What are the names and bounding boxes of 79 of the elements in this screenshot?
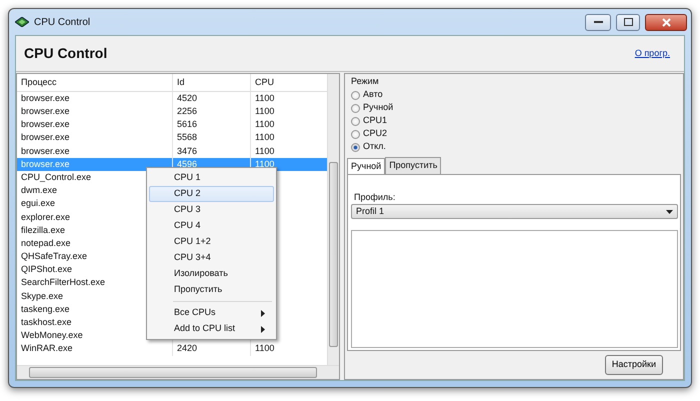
table-cell: WebMoney.exe: [21, 330, 83, 340]
table-cell-text: 2256: [177, 105, 198, 118]
table-cell: egui.exe: [21, 198, 56, 208]
table-cell: taskhost.exe: [21, 317, 72, 328]
menu-item[interactable]: CPU 3: [149, 202, 274, 218]
table-cell: WinRAR.exe: [21, 343, 73, 354]
maximize-icon: [624, 18, 632, 26]
radio-button[interactable]: [351, 104, 360, 112]
field-label: Профиль:: [354, 190, 396, 204]
radio-button[interactable]: [351, 130, 360, 138]
close-icon: [662, 18, 670, 26]
tab[interactable]: Ручной: [347, 158, 386, 174]
table-cell: SearchFilterHost.exe: [21, 277, 106, 288]
column-header[interactable]: Id: [172, 74, 250, 91]
radio-label: CPU2: [363, 127, 388, 140]
table-cell-text: 1100: [255, 118, 274, 132]
close-button[interactable]: [645, 14, 687, 30]
table-cell-text: 1100: [255, 144, 274, 158]
table-cell-text: 4520: [177, 92, 198, 105]
table-cell: browser.exe: [21, 92, 70, 103]
radio-label: Авто: [363, 88, 383, 102]
window-title: CPU Control: [34, 16, 92, 30]
table-cell-text: 1100: [255, 105, 274, 118]
table-cell: explorer.exe: [21, 212, 70, 222]
app-heading: CPU Control: [24, 44, 108, 63]
table-cell: notepad.exe: [21, 238, 71, 248]
minimize-button[interactable]: [585, 14, 611, 30]
settings-button[interactable]: Настройки: [604, 355, 663, 374]
maximize-button[interactable]: [616, 14, 640, 30]
table-cell-text: 1100: [255, 342, 274, 356]
table-cell: dwm.exe: [21, 185, 58, 196]
tab[interactable]: Пропустить: [385, 157, 442, 174]
table-cell: filezilla.exe: [21, 224, 66, 235]
submenu-arrow-icon: [261, 310, 265, 316]
menu-item[interactable]: Изолировать: [149, 266, 274, 282]
table-cell: browser.exe: [21, 132, 70, 142]
table-cell-text: 1100: [255, 131, 274, 144]
about-link[interactable]: О прогр.: [634, 46, 670, 60]
profile-dropdown[interactable]: Profil 1: [351, 204, 678, 219]
table-cell: browser.exe: [21, 119, 70, 130]
table-cell-text: 5568: [177, 131, 198, 144]
menu-item[interactable]: Все CPUs: [149, 305, 274, 321]
table-cell: QHSafeTray.exe: [21, 251, 88, 262]
table-cell-text: 2420: [177, 342, 198, 356]
table-cell: browser.exe: [21, 146, 70, 156]
menu-item[interactable]: CPU 1+2: [149, 234, 274, 250]
dropdown-arrow-icon: [666, 210, 673, 214]
table-cell: Skype.exe: [21, 290, 64, 301]
table-cell: CPU_Control.exe: [21, 172, 92, 182]
menu-item[interactable]: CPU 2: [149, 186, 274, 202]
scrollbar-thumb[interactable]: [329, 162, 338, 347]
horizontal-scrollbar[interactable]: [17, 365, 339, 379]
table-cell-text: 4596: [177, 158, 198, 171]
scrollbar-thumb[interactable]: [29, 367, 317, 378]
radio-label: Откл.: [363, 140, 386, 154]
menu-item[interactable]: Add to CPU list: [149, 321, 274, 337]
menu-item[interactable]: CPU 4: [149, 218, 274, 234]
column-header[interactable]: Процесс: [17, 76, 172, 90]
radio-button[interactable]: [351, 116, 360, 126]
radio-label: CPU1: [363, 114, 388, 128]
table-cell-text: 5616: [177, 118, 198, 132]
group-label: Режим: [351, 75, 380, 88]
app-icon: [15, 17, 29, 27]
table-cell-text: 1100: [255, 92, 274, 105]
menu-item[interactable]: CPU 1: [149, 170, 274, 186]
table-cell: QIPShot.exe: [21, 264, 72, 274]
submenu-arrow-icon: [261, 326, 265, 332]
table-cell: browser.exe: [21, 158, 70, 169]
vertical-scrollbar[interactable]: [327, 74, 339, 365]
menu-item[interactable]: CPU 3+4: [149, 250, 274, 266]
table-cell: taskeng.exe: [21, 304, 70, 314]
table-cell-text: 1100: [255, 158, 274, 171]
table-cell: browser.exe: [21, 106, 70, 116]
minimize-icon: [594, 20, 602, 24]
radio-button[interactable]: [351, 90, 360, 100]
menu-item[interactable]: Пропустить: [149, 282, 274, 298]
radio-label: Ручной: [363, 101, 394, 114]
table-cell-text: 3476: [177, 144, 198, 158]
radio-button[interactable]: [351, 142, 360, 152]
